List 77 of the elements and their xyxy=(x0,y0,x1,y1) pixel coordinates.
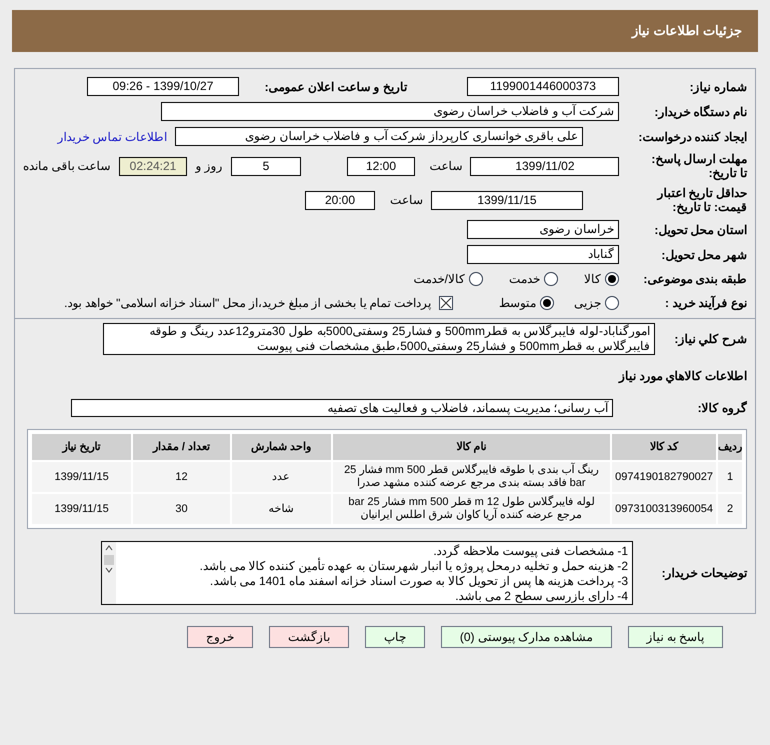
field-label: گروه كالا: xyxy=(696,401,747,415)
column-header: ردیف xyxy=(718,434,742,460)
field-value: 1199001446000373 xyxy=(467,77,619,96)
table-cell: 0974190182790027 xyxy=(612,462,716,492)
action-button[interactable]: مشاهده مدارک پیوستی (0) xyxy=(440,626,612,648)
table-cell: 2 xyxy=(718,494,742,524)
table-cell: عدد xyxy=(232,462,331,492)
countdown-value: 02:24:21 xyxy=(118,156,188,176)
table-cell: رینگ آب بندی با طوقه فایبرگلاس قطر 500 mm فشار 25 bar فاقد بسته بندی مرجع عرضه کننده مشهد صدرا xyxy=(332,462,610,492)
scroll-down-icon[interactable] xyxy=(105,567,113,573)
checkbox[interactable] xyxy=(439,296,453,310)
field-value: 1399/10/27 - 09:26 xyxy=(87,77,239,96)
column-header: کد کالا xyxy=(612,434,716,460)
note-line: 3- پرداخت هزینه ها پس از تحویل کالا به صورت اسناد خزانه اسفند ماه 1401 می باشد. xyxy=(208,574,628,589)
field-label: حداقل تاریخ اعتبار قیمت: تا تاریخ: xyxy=(656,186,747,214)
field-value: علی باقری خوانساری کارپرداز شرکت آب و فاضلاب خراسان رضوی xyxy=(175,127,583,146)
remaining-label: ساعت باقی مانده xyxy=(22,158,111,175)
table-cell: 30 xyxy=(133,494,230,524)
field-label: نام دستگاه خریدار: xyxy=(653,104,747,118)
column-header: تاریخ نیاز xyxy=(32,434,132,460)
radio-button[interactable] xyxy=(540,296,554,310)
radio-button[interactable] xyxy=(469,272,483,286)
field-label: استان محل تحویل: xyxy=(653,222,747,236)
field-value: خراسان رضوی xyxy=(467,220,619,239)
table-cell: 1399/11/15 xyxy=(32,494,132,524)
field-label: شهر محل تحویل: xyxy=(660,248,747,262)
scroll-up-icon[interactable] xyxy=(105,545,113,551)
field-value: 5 xyxy=(230,156,302,176)
table-cell: لوله فایبرگلاس طول 12 m قطر 500 mm فشار 25 bar مرجع عرضه کننده آریا کاوان شرق اطلس ایرانیان xyxy=(332,494,610,524)
action-button[interactable]: خروج xyxy=(186,626,253,648)
column-header: تعداد / مقدار xyxy=(133,434,230,460)
field-value: شرکت آب و فاضلاب خراسان رضوی xyxy=(161,102,619,121)
field-value: 12:00 xyxy=(346,156,416,176)
days-label: روز و xyxy=(195,158,223,175)
action-button[interactable]: پاسخ به نیاز xyxy=(628,626,724,648)
action-button[interactable]: بازگشت xyxy=(268,626,349,648)
table-cell: 1 xyxy=(718,462,742,492)
radio-label: جزیی xyxy=(574,295,601,312)
column-header: واحد شمارش xyxy=(232,434,331,460)
radio-button[interactable] xyxy=(605,272,619,286)
section-heading: اطلاعات كالاهاي مورد نياز xyxy=(617,368,747,385)
description-text: امورگناباد-لوله فایبرگلاس به قطر500mm و فشار25 وسفتی5000به طول 30مترو12عدد رینگ و طوقه فایبرگلاس به قطر500mm و فشار25 وسفتی5000،طبق مشخصات فنی پیوست xyxy=(103,323,655,355)
field-label: ایجاد کننده درخواست: xyxy=(637,130,747,144)
field-label: شماره نیاز: xyxy=(688,80,747,94)
table-cell: 12 xyxy=(133,462,230,492)
buyer-contact-link[interactable]: اطلاعات تماس خریدار xyxy=(57,128,167,146)
field-value: آب رسانی؛ مدیریت پسماند، فاضلاب و فعالیت های تصفیه xyxy=(71,399,613,417)
field-label: تاریخ و ساعت اعلان عمومی: xyxy=(264,80,407,94)
field-label: مهلت ارسال پاسخ: تا تاریخ: xyxy=(651,152,747,180)
field-label: طبقه بندی موضوعی: xyxy=(642,272,747,286)
field-label: توضیحات خریدار: xyxy=(660,566,747,580)
page-title: جزئیات اطلاعات نیاز xyxy=(632,22,742,40)
action-button[interactable]: چاپ xyxy=(364,626,425,648)
note-line: 2- هزینه حمل و تخلیه درمحل پروژه یا انبار شهرستان به عهده تأمین کننده کالا می باشد. xyxy=(198,559,628,574)
table-cell: 0973100313960054 xyxy=(612,494,716,524)
table-cell: شاخه xyxy=(232,494,331,524)
radio-button[interactable] xyxy=(544,272,558,286)
field-value: 20:00 xyxy=(305,190,375,210)
note-line: 1- مشخصات فنی پیوست ملاحظه گردد. xyxy=(432,544,628,559)
column-header: نام کالا xyxy=(332,434,610,460)
radio-label: کالا xyxy=(584,271,601,288)
table-cell: 1399/11/15 xyxy=(32,462,132,492)
field-value: گناباد xyxy=(467,245,619,264)
radio-label: متوسط xyxy=(499,295,536,312)
note-line: 4- دارای بازرسی سطح 2 می باشد. xyxy=(454,589,628,604)
field-label: نوع فرآیند خرید : xyxy=(664,296,747,310)
scroll-thumb[interactable] xyxy=(104,555,114,565)
radio-label: خدمت xyxy=(509,271,540,288)
scrollbar[interactable] xyxy=(102,542,116,604)
radio-label: کالا/خدمت xyxy=(414,271,465,288)
time-label: ساعت xyxy=(428,158,462,175)
radio-button[interactable] xyxy=(605,296,619,310)
field-label: شرح كلي نياز: xyxy=(673,332,747,346)
field-value: 1399/11/02 xyxy=(470,156,620,176)
time-label: ساعت xyxy=(389,192,423,209)
field-value: 1399/11/15 xyxy=(431,190,583,210)
checkbox-label: پرداخت تمام یا بخشی از مبلغ خرید،از محل "اسناد خزانه اسلامی" خواهد بود. xyxy=(64,295,431,312)
